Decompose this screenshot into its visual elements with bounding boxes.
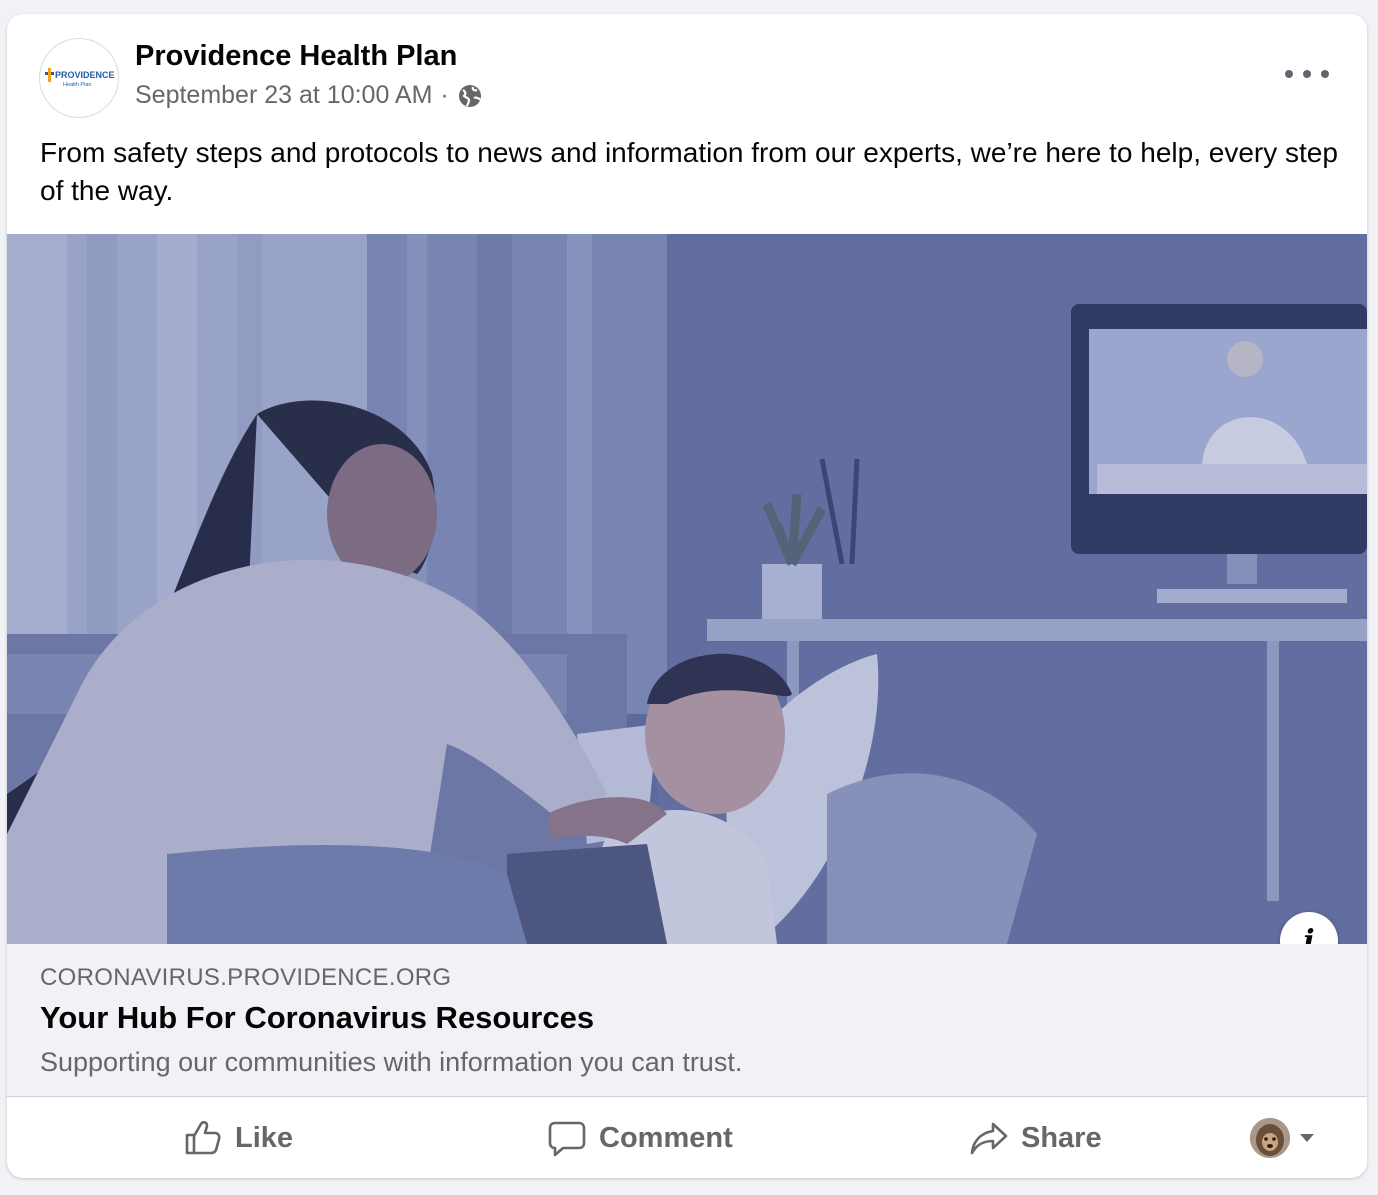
post-meta: September 23 at 10:00 AM · (135, 81, 483, 110)
reaction-selector[interactable] (1250, 1118, 1314, 1158)
link-title[interactable]: Your Hub For Coronavirus Resources (40, 1000, 594, 1036)
post-timestamp[interactable]: September 23 at 10:00 AM (135, 81, 432, 110)
page-avatar[interactable]: PROVIDENCE Health Plan (39, 38, 119, 118)
share-arrow-icon (970, 1122, 1008, 1155)
link-preview[interactable]: CORONAVIRUS.PROVIDENCE.ORG Your Hub For … (7, 944, 1367, 1097)
like-button[interactable]: Like (183, 1098, 293, 1178)
meta-separator: · (440, 81, 449, 109)
providence-logo: PROVIDENCE Health Plan (45, 68, 115, 88)
user-avatar (1250, 1118, 1290, 1158)
chevron-down-icon (1300, 1134, 1314, 1142)
share-label: Share (1021, 1121, 1102, 1154)
globe-icon[interactable] (457, 83, 483, 109)
comment-label: Comment (599, 1121, 733, 1154)
share-button[interactable]: Share (969, 1098, 1102, 1178)
post-image[interactable] (7, 234, 1367, 944)
post-card: PROVIDENCE Health Plan Providence Health… (7, 14, 1367, 1178)
more-options-icon[interactable] (1285, 62, 1329, 86)
link-domain: CORONAVIRUS.PROVIDENCE.ORG (40, 964, 452, 991)
logo-subtext: Health Plan (63, 82, 91, 88)
post-text: From safety steps and protocols to news … (40, 137, 1338, 206)
action-bar: Like Comment Share (7, 1098, 1367, 1178)
like-label: Like (235, 1121, 294, 1154)
logo-text: PROVIDENCE (55, 70, 115, 80)
link-description: Supporting our communities with informat… (40, 1047, 743, 1077)
page-name-link[interactable]: Providence Health Plan (135, 40, 457, 73)
comment-icon (548, 1121, 586, 1157)
thumbs-up-icon (185, 1120, 221, 1155)
comment-button[interactable]: Comment (547, 1098, 733, 1178)
post-header: PROVIDENCE Health Plan Providence Health… (7, 14, 1367, 129)
